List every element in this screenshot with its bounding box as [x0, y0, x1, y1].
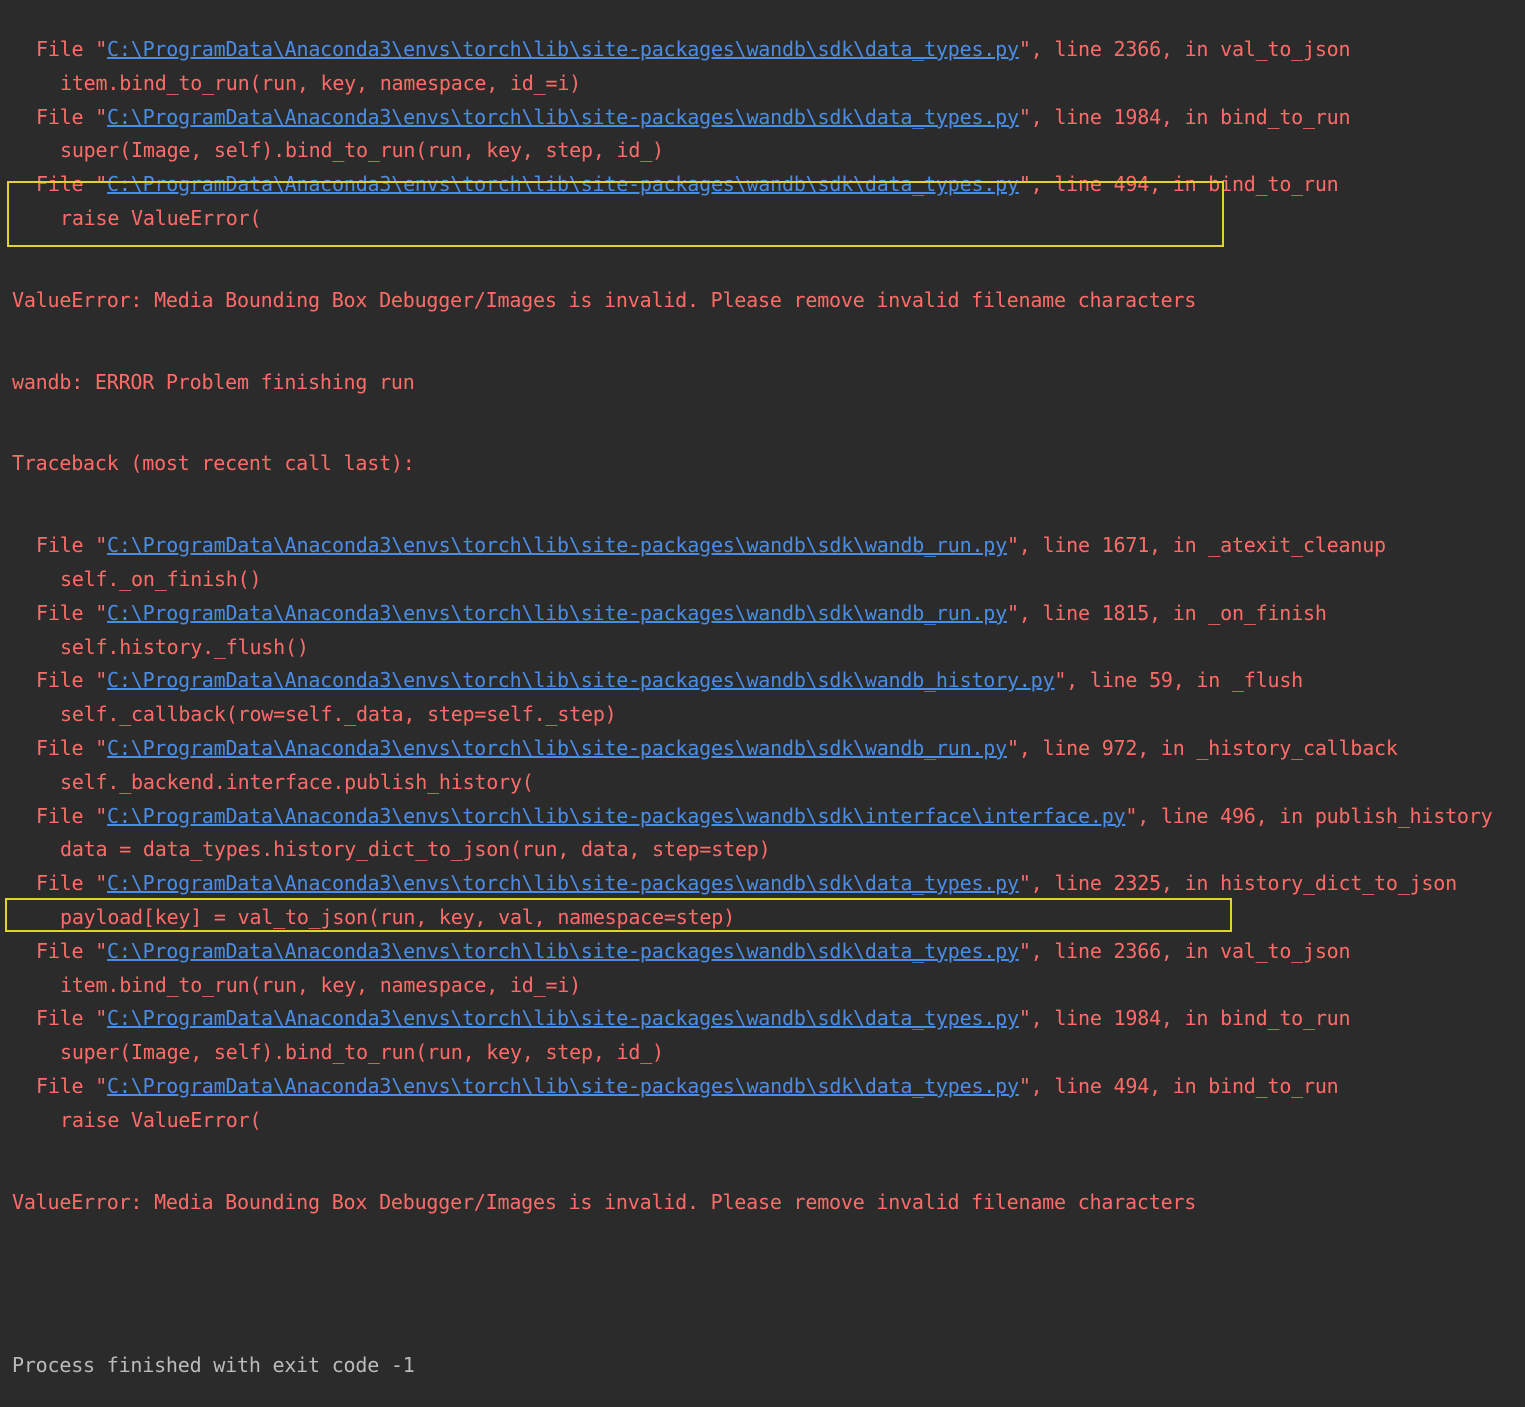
trace-file-prefix: File " [36, 803, 108, 828]
trace-file-suffix: ", line 494, in bind_to_run [1018, 172, 1339, 197]
source-file-link[interactable]: C:\ProgramData\Anaconda3\envs\torch\lib\… [107, 105, 1019, 129]
source-file-link[interactable]: C:\ProgramData\Anaconda3\envs\torch\lib\… [107, 533, 1007, 557]
error-line: ValueError: Media Bounding Box Debugger/… [12, 287, 1197, 312]
trace-file-suffix: ", line 1984, in bind_to_run [1018, 1006, 1351, 1031]
source-file-link[interactable]: C:\ProgramData\Anaconda3\envs\torch\lib\… [107, 871, 1019, 895]
trace-file-prefix: File " [36, 1073, 108, 1098]
trace-file-suffix: ", line 2366, in val_to_json [1018, 938, 1351, 963]
trace-file-prefix: File " [36, 735, 108, 760]
trace-file-line: File "C:\ProgramData\Anaconda3\envs\torc… [12, 867, 1525, 901]
trace-file-suffix: ", line 59, in _flush [1054, 668, 1304, 693]
error-line: ValueError: Media Bounding Box Debugger/… [12, 1189, 1197, 1214]
source-file-link[interactable]: C:\ProgramData\Anaconda3\envs\torch\lib\… [107, 668, 1054, 692]
trace-file-line: File "C:\ProgramData\Anaconda3\envs\torc… [12, 800, 1525, 834]
source-file-link[interactable]: C:\ProgramData\Anaconda3\envs\torch\lib\… [107, 172, 1019, 196]
trace-code-line: self.history._flush() [60, 634, 309, 659]
trace-file-prefix: File " [36, 668, 108, 693]
trace-file-prefix: File " [36, 37, 108, 61]
trace-code-line: super(Image, self).bind_to_run(run, key,… [60, 1040, 664, 1065]
source-file-link[interactable]: C:\ProgramData\Anaconda3\envs\torch\lib\… [107, 939, 1019, 963]
source-file-link[interactable]: C:\ProgramData\Anaconda3\envs\torch\lib\… [107, 804, 1126, 828]
trace-file-suffix: ", line 2366, in val_to_json [1018, 37, 1351, 61]
traceback-header: Traceback (most recent call last): [12, 451, 415, 476]
trace-file-suffix: ", line 972, in _history_callback [1006, 735, 1398, 760]
traceback-block-top: File "C:\ProgramData\Anaconda3\envs\torc… [12, 33, 1525, 236]
trace-file-prefix: File " [36, 1006, 108, 1031]
trace-file-suffix: ", line 2325, in history_dict_to_json [1018, 871, 1457, 896]
wandb-error-line: wandb: ERROR Problem finishing run [12, 369, 415, 394]
trace-file-line: File "C:\ProgramData\Anaconda3\envs\torc… [12, 1070, 1525, 1104]
trace-file-prefix: File " [36, 600, 108, 625]
trace-file-suffix: ", line 1984, in bind_to_run [1018, 104, 1351, 129]
trace-file-suffix: ", line 1815, in _on_finish [1006, 600, 1327, 625]
source-file-link[interactable]: C:\ProgramData\Anaconda3\envs\torch\lib\… [107, 601, 1007, 625]
exit-message: Process finished with exit code -1 [12, 1353, 415, 1378]
trace-file-prefix: File " [36, 938, 108, 963]
source-file-link[interactable]: C:\ProgramData\Anaconda3\envs\torch\lib\… [107, 1074, 1019, 1098]
trace-code-line: super(Image, self).bind_to_run(run, key,… [60, 138, 664, 163]
trace-file-line: File "C:\ProgramData\Anaconda3\envs\torc… [12, 168, 1525, 202]
trace-code-line: self._on_finish() [60, 566, 262, 591]
console-output: File "C:\ProgramData\Anaconda3\envs\torc… [12, 0, 1525, 1407]
trace-file-prefix: File " [36, 104, 108, 129]
trace-file-suffix: ", line 1671, in _atexit_cleanup [1006, 533, 1386, 558]
trace-file-line: File "C:\ProgramData\Anaconda3\envs\torc… [12, 1002, 1525, 1036]
trace-file-line: File "C:\ProgramData\Anaconda3\envs\torc… [12, 664, 1525, 698]
source-file-link[interactable]: C:\ProgramData\Anaconda3\envs\torch\lib\… [107, 1006, 1019, 1030]
traceback-block-main: File "C:\ProgramData\Anaconda3\envs\torc… [12, 529, 1525, 1137]
trace-code-line: self._backend.interface.publish_history( [60, 769, 534, 794]
trace-file-line: File "C:\ProgramData\Anaconda3\envs\torc… [12, 597, 1525, 631]
trace-code-line: payload[key] = val_to_json(run, key, val… [60, 904, 735, 929]
source-file-link[interactable]: C:\ProgramData\Anaconda3\envs\torch\lib\… [107, 37, 1019, 61]
trace-code-line: raise ValueError( [60, 1107, 262, 1132]
trace-file-prefix: File " [36, 533, 108, 558]
source-file-link[interactable]: C:\ProgramData\Anaconda3\envs\torch\lib\… [107, 736, 1007, 760]
trace-file-line: File "C:\ProgramData\Anaconda3\envs\torc… [12, 529, 1525, 563]
trace-code-line: item.bind_to_run(run, key, namespace, id… [60, 70, 582, 95]
trace-file-prefix: File " [36, 172, 108, 197]
trace-code-line: self._callback(row=self._data, step=self… [60, 702, 617, 727]
trace-file-line: File "C:\ProgramData\Anaconda3\envs\torc… [12, 935, 1525, 969]
trace-file-suffix: ", line 494, in bind_to_run [1018, 1073, 1339, 1098]
trace-code-line: item.bind_to_run(run, key, namespace, id… [60, 972, 582, 997]
trace-file-line: File "C:\ProgramData\Anaconda3\envs\torc… [12, 33, 1525, 67]
trace-file-line: File "C:\ProgramData\Anaconda3\envs\torc… [12, 732, 1525, 766]
trace-file-prefix: File " [36, 871, 108, 896]
trace-file-line: File "C:\ProgramData\Anaconda3\envs\torc… [12, 101, 1525, 135]
trace-file-suffix: ", line 496, in publish_history [1125, 803, 1493, 828]
trace-code-line: data = data_types.history_dict_to_json(r… [60, 837, 771, 862]
trace-code-line: raise ValueError( [60, 205, 262, 230]
